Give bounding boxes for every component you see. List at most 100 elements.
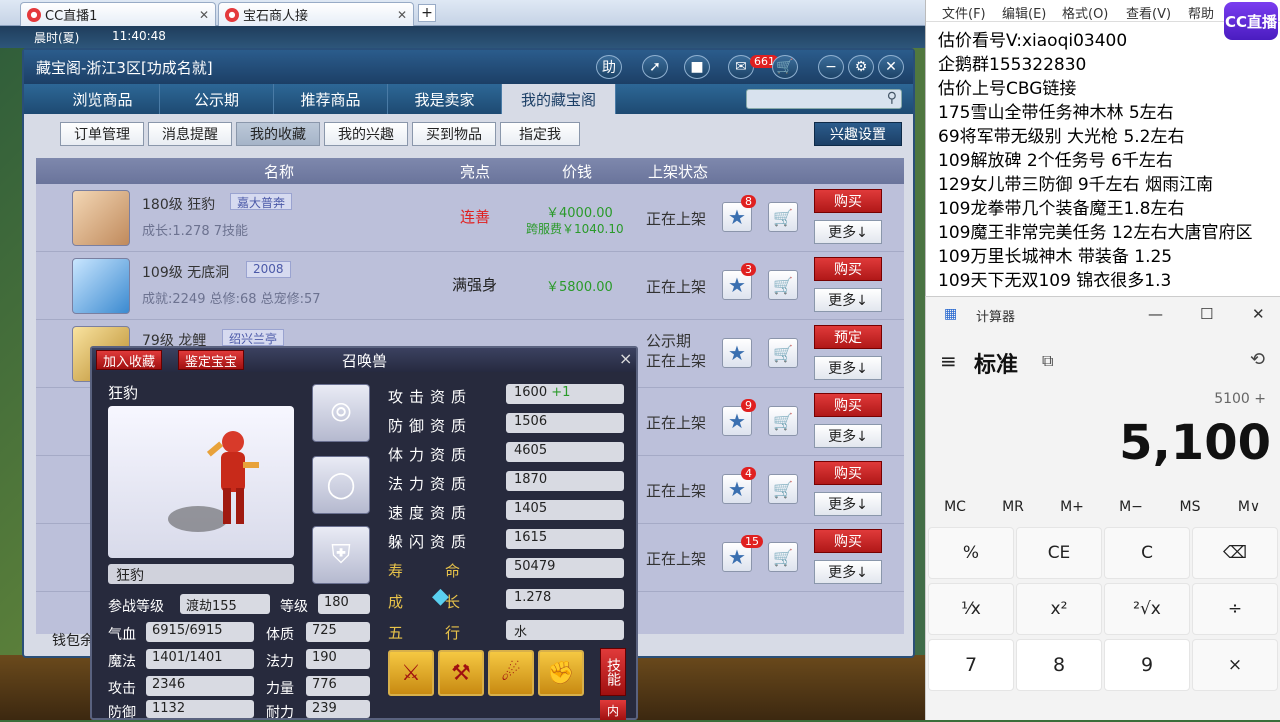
minimize-icon[interactable]: − [818,55,844,79]
more-button[interactable]: 更多↓ [814,220,882,244]
tab-browse[interactable]: 浏览商品 [46,84,160,114]
memory-clear-button[interactable]: MC [926,499,984,515]
calculator-expression: 5100 + [1214,391,1266,407]
close-tab-icon[interactable]: ✕ [397,8,407,22]
close-icon[interactable]: ✕ [1252,305,1265,323]
add-cart-icon[interactable]: 🛒 [768,202,798,232]
buy-button[interactable]: 购买 [814,393,882,417]
item-price: ￥4000.00 [546,206,613,221]
search-input[interactable]: ⚲ [746,89,902,109]
buy-button[interactable]: 购买 [814,529,882,553]
share-icon[interactable]: ➚ [642,55,668,79]
multiply-key[interactable]: × [1192,639,1278,691]
equipment-necklace-icon[interactable]: ◯ [312,456,370,514]
tab-publicity[interactable]: 公示期 [160,84,274,114]
digit-7-key[interactable]: 7 [928,639,1014,691]
percent-key[interactable]: % [928,527,1014,579]
backspace-key[interactable]: ⌫ [1192,527,1278,579]
favorite-star-icon[interactable]: ★ 3 [722,263,756,300]
browser-tab-cc[interactable]: ● CC直播1 ✕ [20,2,216,26]
skill-icon-3[interactable]: ☄ [488,650,534,696]
buy-button[interactable]: 购买 [814,189,882,213]
more-button[interactable]: 更多↓ [814,288,882,312]
item-name: 109级 无底洞 [142,265,230,281]
table-row[interactable]: 109级 无底洞 2008 成就:2249 总修:68 总宠修:57 满强身 ￥… [36,252,904,320]
settings-icon[interactable]: ⚙ [848,55,874,79]
subtab-interests[interactable]: 我的兴趣 [324,122,408,146]
lifespan-label: 寿命 [388,562,503,580]
maximize-icon[interactable]: ☐ [1200,305,1213,323]
add-cart-icon[interactable]: 🛒 [768,270,798,300]
keep-on-top-icon[interactable]: ⧉ [1042,351,1053,371]
clear-entry-key[interactable]: CE [1016,527,1102,579]
favorite-star-icon[interactable]: ★ [722,338,752,368]
more-button[interactable]: 更多↓ [814,560,882,584]
search-icon[interactable]: ⚲ [887,90,897,106]
subtab-orders[interactable]: 订单管理 [60,122,144,146]
digit-8-key[interactable]: 8 [1016,639,1102,691]
close-tab-icon[interactable]: ✕ [199,8,209,22]
tab-my-pavilion[interactable]: 我的藏宝阁 [502,84,616,114]
inner-button[interactable]: 内 [600,700,626,720]
skill-icon-1[interactable]: ⚔ [388,650,434,696]
interest-settings-button[interactable]: 兴趣设置 [814,122,902,146]
subtab-messages[interactable]: 消息提醒 [148,122,232,146]
memory-add-button[interactable]: M+ [1043,499,1101,515]
subtab-designated[interactable]: 指定我 [500,122,580,146]
add-favorite-button[interactable]: 加入收藏 [96,350,163,370]
browser-tab-game[interactable]: ● 宝石商人接 ✕ [218,2,414,26]
reciprocal-key[interactable]: ¹⁄x [928,583,1014,635]
close-icon[interactable]: ✕ [878,55,904,79]
identify-pet-button[interactable]: 鉴定宝宝 [178,350,245,370]
memory-recall-button[interactable]: MR [984,499,1042,515]
more-button[interactable]: 更多↓ [814,356,882,380]
cc-favicon-icon: ● [27,7,41,22]
clear-key[interactable]: C [1104,527,1190,579]
new-tab-button[interactable]: + [418,4,436,22]
record-icon[interactable]: ■ [684,55,710,79]
add-cart-icon[interactable]: 🛒 [768,542,798,572]
menu-file[interactable]: 文件(F) [942,3,986,22]
menu-format[interactable]: 格式(O) [1062,3,1108,22]
minimize-icon[interactable]: — [1148,305,1163,323]
sqrt-key[interactable]: ²√x [1104,583,1190,635]
close-icon[interactable]: × [619,349,632,368]
menu-edit[interactable]: 编辑(E) [1002,3,1046,22]
memory-subtract-button[interactable]: M− [1102,499,1160,515]
reserve-button[interactable]: 预定 [814,325,882,349]
skill-icon-2[interactable]: ⚒ [438,650,484,696]
square-key[interactable]: x² [1016,583,1102,635]
menu-view[interactable]: 查看(V) [1126,3,1171,22]
note-line: 估价上号CBG链接 [938,79,1077,99]
favorite-star-icon[interactable]: ★ 15 [722,535,763,572]
digit-9-key[interactable]: 9 [1104,639,1190,691]
memory-store-button[interactable]: MS [1161,499,1219,515]
divide-key[interactable]: ÷ [1192,583,1278,635]
cart-icon[interactable]: 🛒 [772,55,798,79]
history-icon[interactable]: ⟲ [1250,349,1265,370]
menu-help[interactable]: 帮助 [1188,3,1214,22]
table-row[interactable]: 180级 狂豹 嘉大普奔 成长:1.278 7技能 连善 ￥4000.00 跨服… [36,184,904,252]
buy-button[interactable]: 购买 [814,461,882,485]
tab-seller[interactable]: 我是卖家 [388,84,502,114]
subtab-purchased[interactable]: 买到物品 [412,122,496,146]
add-cart-icon[interactable]: 🛒 [768,406,798,436]
more-button[interactable]: 更多↓ [814,492,882,516]
add-cart-icon[interactable]: 🛒 [768,474,798,504]
tab-recommended[interactable]: 推荐商品 [274,84,388,114]
sub-tab-bar: 订单管理 消息提醒 我的收藏 我的兴趣 买到物品 指定我 兴趣设置 [24,114,913,154]
memory-list-button[interactable]: M∨ [1220,499,1278,515]
equipment-ring-icon[interactable]: ⦾ [312,384,370,442]
skills-button[interactable]: 技能 [600,648,626,696]
skill-icon-4[interactable]: ✊ [538,650,584,696]
favorite-star-icon[interactable]: ★ 9 [722,399,756,436]
equipment-armor-icon[interactable]: ⛨ [312,526,370,584]
favorite-star-icon[interactable]: ★ 4 [722,467,756,504]
more-button[interactable]: 更多↓ [814,424,882,448]
add-cart-icon[interactable]: 🛒 [768,338,798,368]
buy-button[interactable]: 购买 [814,257,882,281]
favorite-star-icon[interactable]: ★ 8 [722,195,756,232]
hamburger-menu-icon[interactable]: ≡ [940,349,957,373]
help-button[interactable]: 助 [596,55,622,79]
subtab-favorites[interactable]: 我的收藏 [236,122,320,146]
